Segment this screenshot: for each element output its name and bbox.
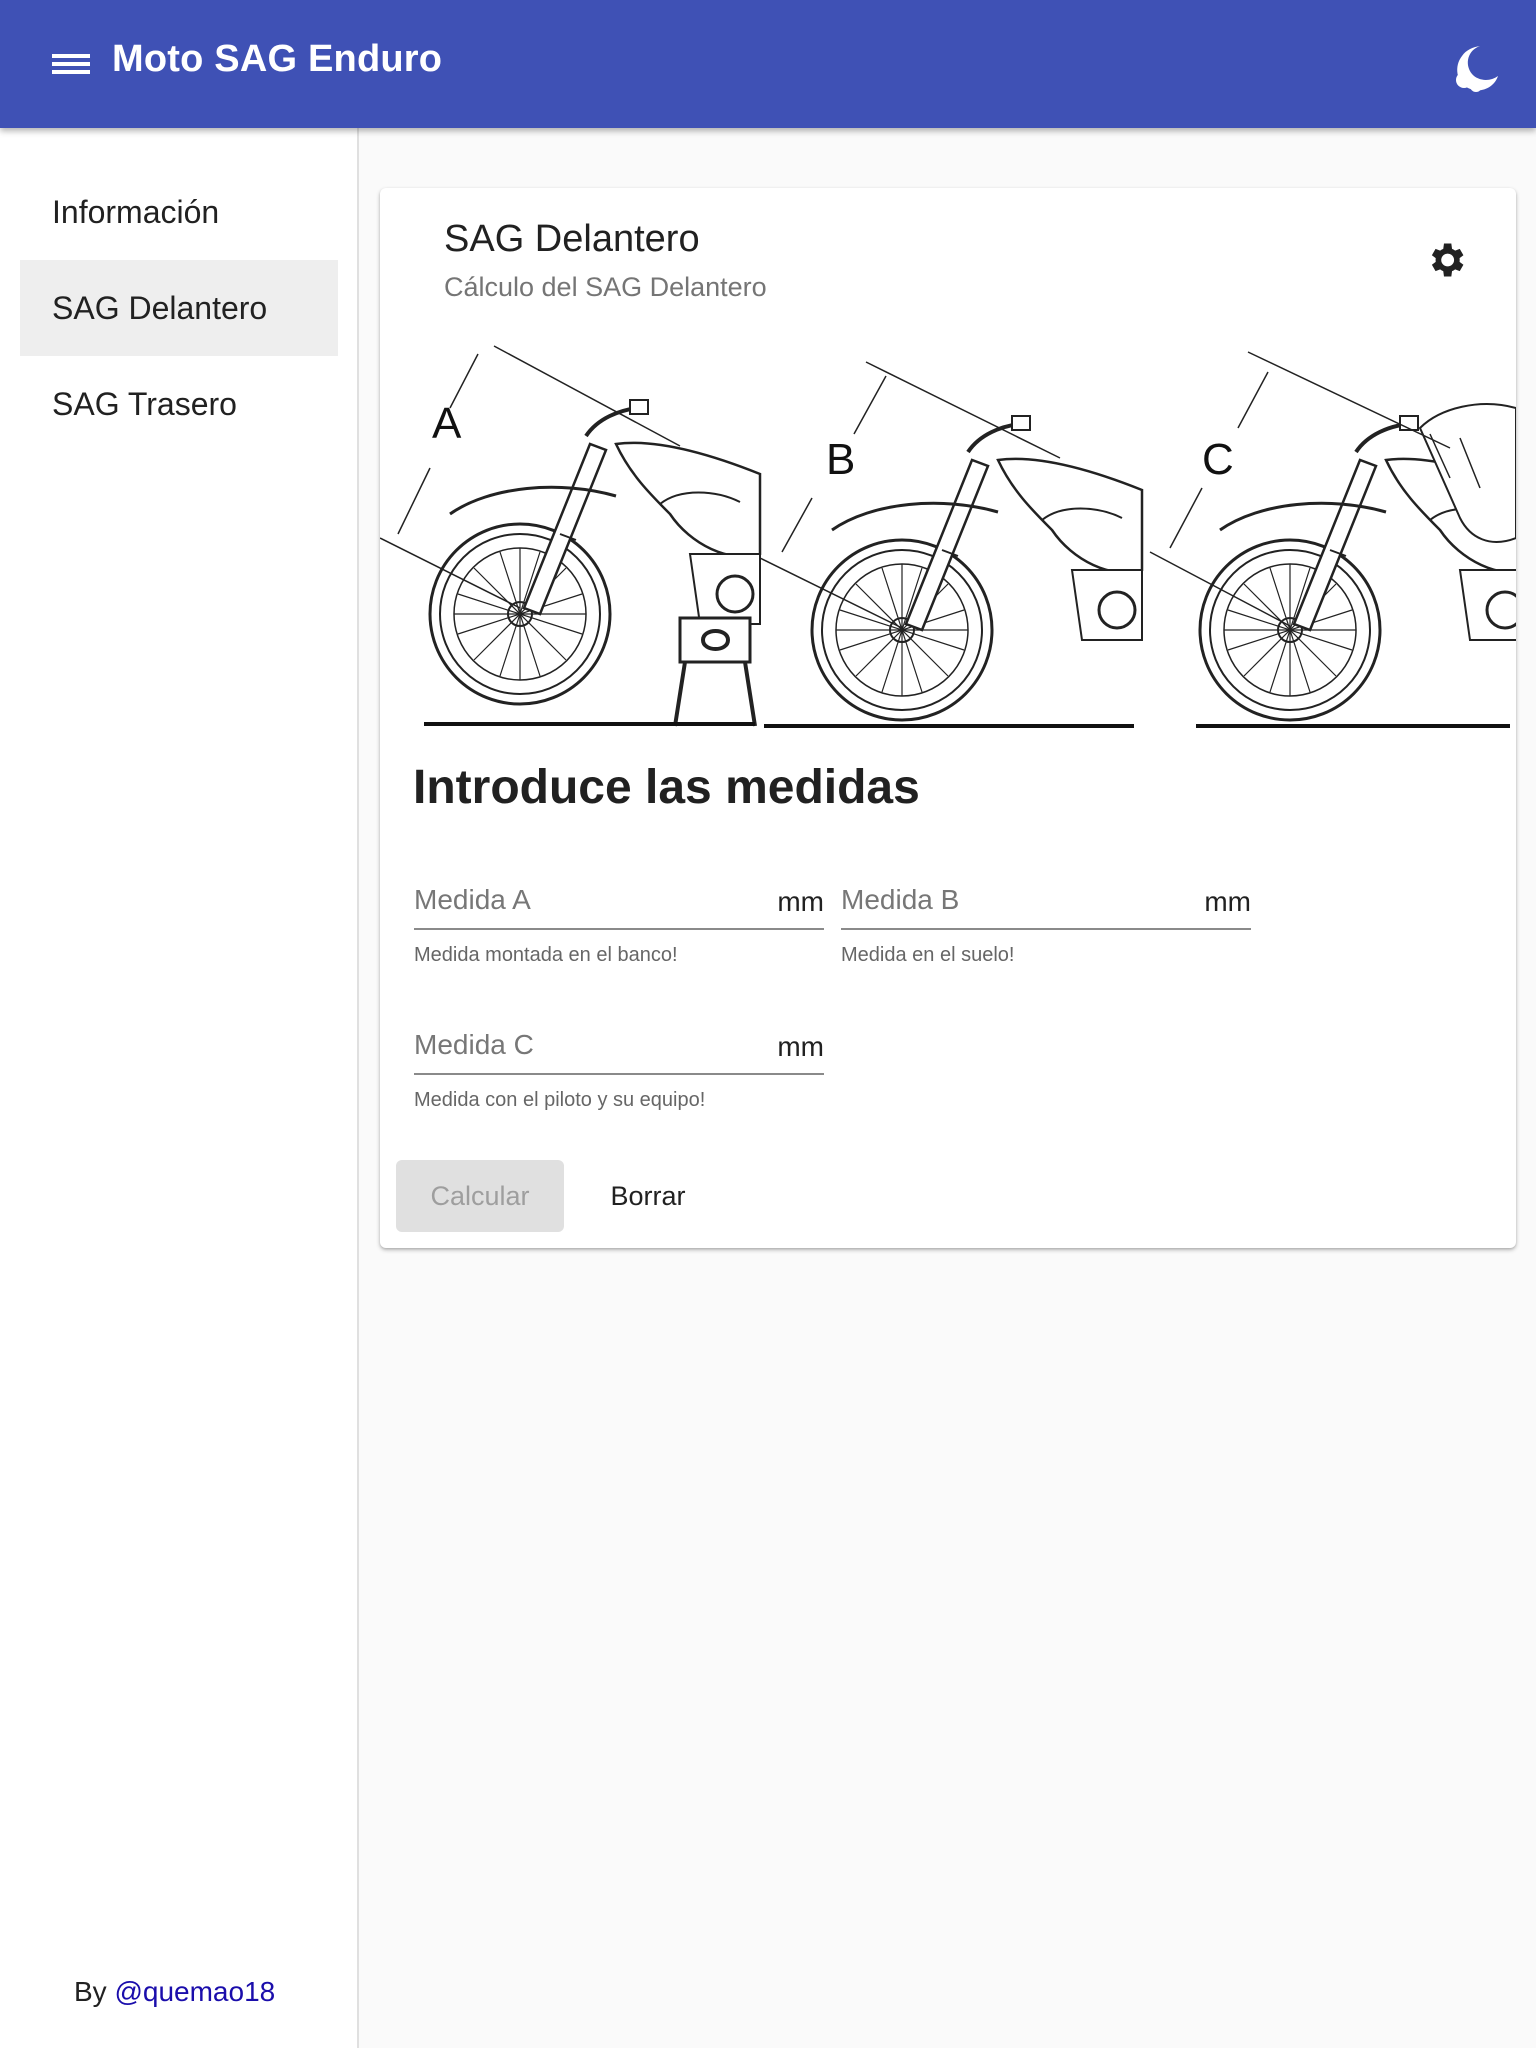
- gear-icon[interactable]: [1424, 238, 1468, 282]
- menu-icon[interactable]: [44, 44, 100, 84]
- illustration-b: B: [759, 361, 1144, 728]
- medida-a-unit: mm: [777, 886, 824, 917]
- medida-c-hint: Medida con el piloto y su equipo!: [414, 1089, 706, 1111]
- motorcycle-illustrations: A B C: [380, 345, 1516, 728]
- sidebar-item-sag-trasero[interactable]: SAG Trasero: [20, 356, 338, 452]
- illustration-a: A: [380, 345, 762, 727]
- illustration-label-a: A: [432, 399, 462, 448]
- illustration-label-c: C: [1202, 435, 1234, 484]
- medida-b-field: mm Medida en el suelo!: [841, 864, 1251, 967]
- card-title: SAG Delantero: [444, 218, 700, 260]
- medida-a-input-row: mm: [414, 864, 824, 930]
- sidebar: Información SAG Delantero SAG Trasero By…: [0, 128, 359, 2048]
- medida-c-input[interactable]: [414, 1023, 754, 1067]
- medida-b-unit: mm: [1204, 886, 1251, 917]
- sidebar-item-sag-delantero[interactable]: SAG Delantero: [20, 260, 338, 356]
- medida-a-field: mm Medida montada en el banco!: [414, 864, 824, 967]
- medida-a-input[interactable]: [414, 878, 754, 922]
- footer-prefix: By: [74, 1976, 107, 2007]
- medida-c-field: mm Medida con el piloto y su equipo!: [414, 1009, 824, 1112]
- medida-b-input-row: mm: [841, 864, 1251, 930]
- calculate-button[interactable]: Calcular: [396, 1160, 564, 1232]
- medida-c-unit: mm: [777, 1031, 824, 1062]
- medida-b-hint: Medida en el suelo!: [841, 944, 1015, 966]
- card-subtitle: Cálculo del SAG Delantero: [444, 272, 767, 302]
- medida-c-input-row: mm: [414, 1009, 824, 1075]
- medida-b-input[interactable]: [841, 878, 1181, 922]
- clear-button[interactable]: Borrar: [578, 1160, 718, 1232]
- section-heading: Introduce las medidas: [413, 761, 920, 814]
- illustration-c: C: [1149, 351, 1516, 728]
- sidebar-footer: By @quemao18: [74, 1976, 275, 2008]
- sag-card: SAG Delantero Cálculo del SAG Delantero: [380, 188, 1516, 1248]
- app-bar: Moto SAG Enduro: [0, 0, 1536, 128]
- author-link[interactable]: @quemao18: [114, 1976, 275, 2007]
- illustration-label-b: B: [826, 435, 855, 484]
- app-title: Moto SAG Enduro: [112, 38, 443, 80]
- sidebar-item-informacion[interactable]: Información: [20, 164, 338, 260]
- theme-toggle-icon[interactable]: [1444, 36, 1508, 100]
- medida-a-hint: Medida montada en el banco!: [414, 944, 678, 966]
